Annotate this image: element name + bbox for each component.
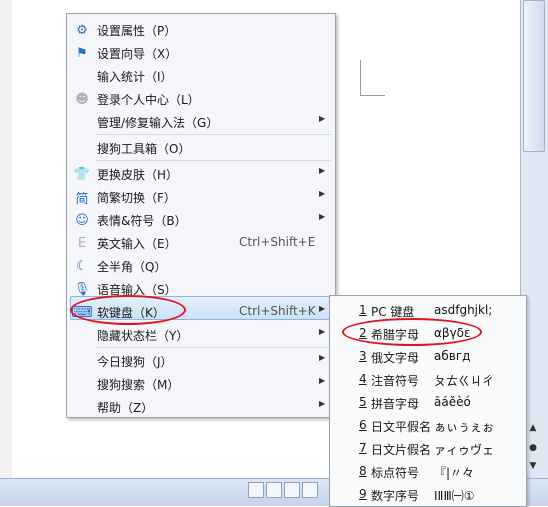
user-icon: ☻ [75, 91, 89, 107]
option-name: 注音符号 [371, 374, 420, 388]
gear-icon: ⚙ [76, 22, 88, 38]
soft-keyboard-option[interactable]: 6 日文平假名 ぁぃぅぇぉ [330, 413, 526, 436]
option-name: 拼音字母 [371, 397, 420, 411]
microphone-icon: 🎙 [73, 281, 91, 297]
menu-separator [95, 160, 331, 161]
menu-item[interactable]: ☻ 登录个人中心（L） [67, 87, 335, 110]
menu-item-label: 隐藏状态栏（Y） [97, 329, 189, 343]
outline-view-icon[interactable] [302, 482, 318, 498]
option-name: 日文片假名 [371, 443, 432, 457]
menu-separator [95, 347, 331, 348]
menu-separator [95, 134, 331, 135]
soft-keyboard-option[interactable]: 7 日文片假名 ァィゥヴェ [330, 436, 526, 459]
menu-item-label: 设置属性（P） [97, 24, 177, 38]
menu-item-label: 管理/修复输入法（G） [97, 116, 219, 130]
menu-item-label: 表情&符号（B） [97, 214, 187, 228]
menu-item-label: 设置向导（X） [97, 47, 178, 61]
option-preview: asdfghjkl; [434, 303, 493, 317]
option-number: 4 [359, 372, 367, 386]
menu-item[interactable]: 帮助（Z） ▶ [67, 395, 335, 418]
menu-item[interactable]: 搜狗工具箱（O） [67, 136, 335, 159]
full-screen-reading-icon[interactable] [266, 482, 282, 498]
page-corner-mark [360, 60, 385, 96]
menu-item[interactable]: ⚙ 设置属性（P） [67, 18, 335, 41]
menu-item-label: 简繁切换（F） [97, 191, 176, 205]
submenu-arrow-icon: ▶ [319, 114, 326, 123]
submenu-arrow-icon: ▶ [319, 327, 326, 336]
soft-keyboard-option[interactable]: 9 数字序号 ⅠⅡⅢ㈠① [330, 482, 526, 505]
option-number: 3 [359, 349, 367, 363]
menu-item-label: 今日搜狗（J） [97, 355, 173, 369]
option-preview: ㄆㄊㄍㄐㄔ [434, 374, 495, 388]
option-name: 标点符号 [371, 466, 420, 480]
scrollbar-thumb[interactable] [523, 0, 545, 152]
submenu-arrow-icon: ▶ [319, 376, 326, 385]
menu-item-label: 输入统计（I） [97, 70, 173, 84]
soft-keyboard-option[interactable]: 8 标点符号 『|〃々 [330, 459, 526, 482]
menu-item[interactable]: 简简繁切换（F） ▶ [67, 185, 335, 208]
menu-item-label: 登录个人中心（L） [97, 93, 200, 107]
submenu-arrow-icon: ▶ [319, 166, 326, 175]
menu-item[interactable]: ☺ 表情&符号（B） ▶ [67, 208, 335, 231]
menu-item-label: 帮助（Z） [97, 401, 154, 415]
menu-item[interactable]: ⚑ 设置向导（X） [67, 41, 335, 64]
option-preview: ぁぃぅぇぉ [434, 420, 495, 434]
option-preview: абвгд [434, 349, 471, 363]
english-e-icon: E [77, 235, 87, 251]
option-number: 5 [359, 395, 367, 409]
shirt-icon: 👕 [73, 166, 91, 182]
annotation-oval-soft-keyboard [70, 295, 186, 325]
menu-item[interactable]: 今日搜狗（J） ▶ [67, 349, 335, 372]
option-preview: 『|〃々 [434, 466, 475, 480]
menu-item-shortcut: Ctrl+Shift+E [239, 235, 316, 249]
submenu-arrow-icon: ▶ [319, 212, 326, 221]
option-number: 9 [359, 487, 367, 501]
menu-item[interactable]: 隐藏状态栏（Y） ▶ [67, 323, 335, 346]
submenu-arrow-icon: ▶ [319, 304, 326, 313]
menu-item[interactable]: 搜狗搜索（M） ▶ [67, 372, 335, 395]
option-preview: ァィゥヴェ [434, 443, 495, 457]
print-layout-view-icon[interactable] [248, 482, 264, 498]
submenu-arrow-icon: ▶ [319, 353, 326, 362]
soft-keyboard-option[interactable]: 5 拼音字母 āáěèó [330, 390, 526, 413]
option-number: 8 [359, 464, 367, 478]
smiley-icon: ☺ [75, 212, 89, 228]
submenu-arrow-icon: ▶ [319, 189, 326, 198]
option-name: 日文平假名 [371, 420, 432, 434]
window-edge [0, 0, 12, 478]
option-name: 数字序号 [371, 489, 420, 503]
menu-item-label: 搜狗工具箱（O） [97, 142, 191, 156]
annotation-oval-greek-letters [342, 318, 482, 346]
simplified-traditional-icon: 简 [75, 191, 89, 207]
option-preview: āáěèó [434, 395, 471, 409]
submenu-arrow-icon: ▶ [319, 399, 326, 408]
soft-keyboard-option[interactable]: 3 俄文字母 абвгд [330, 344, 526, 367]
option-preview: ⅠⅡⅢ㈠① [434, 489, 475, 503]
menu-item[interactable]: 👕 更换皮肤（H） ▶ [67, 162, 335, 185]
menu-item[interactable]: ☾ 全半角（Q） [67, 254, 335, 277]
menu-item-label: 全半角（Q） [97, 260, 167, 274]
option-number: 6 [359, 418, 367, 432]
menu-item-label: 更换皮肤（H） [97, 168, 179, 182]
soft-keyboard-option[interactable]: 4 注音符号 ㄆㄊㄍㄐㄔ [330, 367, 526, 390]
ime-context-menu: ⚙ 设置属性（P） ⚑ 设置向导（X） 输入统计（I） ☻ 登录个人中心（L） 管理/修复输入… [66, 13, 336, 418]
menu-item[interactable]: 输入统计（I） [67, 64, 335, 87]
menu-item[interactable]: 管理/修复输入法（G） ▶ [67, 110, 335, 133]
menu-item-label: 英文输入（E） [97, 237, 177, 251]
flag-icon: ⚑ [76, 45, 88, 61]
moon-icon: ☾ [76, 258, 88, 274]
option-name: 俄文字母 [371, 351, 420, 365]
menu-item-label: 搜狗搜索（M） [97, 378, 180, 392]
web-layout-icon[interactable] [284, 482, 300, 498]
option-number: 1 [359, 303, 367, 317]
option-number: 7 [359, 441, 367, 455]
menu-item-shortcut: Ctrl+Shift+K [239, 304, 316, 318]
menu-item[interactable]: E 英文输入（E） Ctrl+Shift+E [67, 231, 335, 254]
